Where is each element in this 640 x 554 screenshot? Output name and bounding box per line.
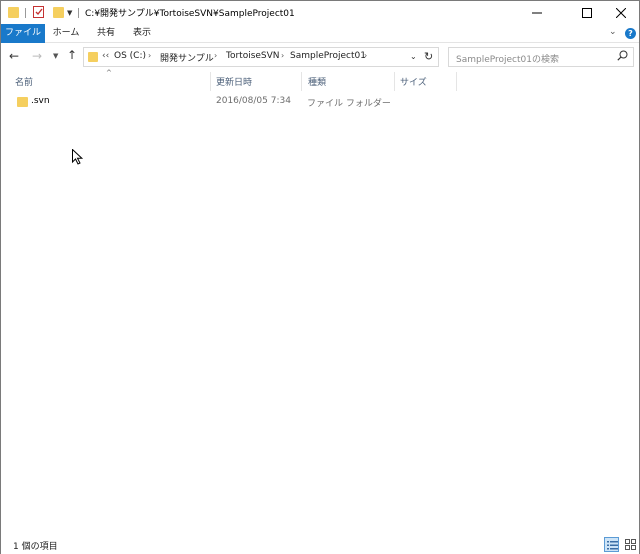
title-bar: ▼ C:¥開発サンプル¥TortoiseSVN¥SampleProject01: [1, 1, 639, 24]
divider: [78, 8, 79, 18]
back-arrow-icon[interactable]: ←: [9, 49, 19, 63]
tab-home[interactable]: ホーム: [47, 24, 85, 43]
chevron-right-icon[interactable]: ›: [214, 51, 217, 60]
item-count: 1 個の項目: [13, 542, 58, 552]
column-header-size[interactable]: サイズ: [400, 75, 427, 88]
large-icons-view-icon[interactable]: [623, 537, 638, 552]
ribbon-tabs: ファイル ホーム 共有 表示 ⌄ ?: [1, 24, 639, 43]
close-button[interactable]: [601, 1, 640, 24]
help-icon[interactable]: ?: [625, 28, 636, 39]
breadcrumb-folder[interactable]: SampleProject01: [290, 51, 366, 61]
column-divider[interactable]: [210, 72, 211, 91]
search-icon[interactable]: [617, 50, 628, 64]
search-placeholder: SampleProject01の検索: [456, 55, 559, 65]
search-input[interactable]: SampleProject01の検索: [448, 47, 634, 67]
folder-icon: [17, 97, 28, 107]
forward-arrow-icon[interactable]: →: [32, 49, 42, 63]
breadcrumb-drive[interactable]: OS (C:): [114, 51, 146, 61]
new-folder-icon[interactable]: [53, 7, 64, 18]
overflow-icon[interactable]: ‹‹: [102, 51, 109, 61]
chevron-right-icon[interactable]: ›: [148, 51, 151, 60]
tab-file[interactable]: ファイル: [1, 24, 45, 43]
chevron-right-icon[interactable]: ›: [281, 51, 284, 60]
status-bar: 1 個の項目: [1, 536, 639, 554]
column-header-date[interactable]: 更新日時: [216, 75, 252, 88]
mouse-cursor-icon: [72, 148, 84, 168]
folder-icon: [88, 52, 98, 62]
column-divider[interactable]: [301, 72, 302, 91]
column-divider[interactable]: [456, 72, 457, 91]
folder-icon[interactable]: [8, 7, 19, 18]
address-bar[interactable]: ‹‹ OS (C:) › 開発サンプル › TortoiseSVN › Samp…: [83, 47, 439, 67]
minimize-button[interactable]: [517, 1, 557, 24]
chevron-down-icon[interactable]: ▼: [67, 9, 72, 17]
column-header-type[interactable]: 種類: [308, 75, 326, 88]
chevron-down-icon[interactable]: ⌄: [410, 52, 417, 61]
list-item[interactable]: .svn 2016/08/05 7:34 ファイル フォルダー: [1, 94, 639, 111]
file-date: 2016/08/05 7:34: [216, 96, 291, 106]
details-view-icon[interactable]: [604, 537, 619, 552]
file-name: .svn: [31, 96, 50, 106]
column-headers: 名前 更新日時 種類 サイズ: [1, 70, 639, 92]
tab-view[interactable]: 表示: [125, 24, 159, 43]
tab-share[interactable]: 共有: [89, 24, 123, 43]
file-type: ファイル フォルダー: [307, 99, 391, 109]
breadcrumb-folder[interactable]: TortoiseSVN: [226, 51, 280, 61]
navigation-bar: ← → ▼ ↑ ‹‹ OS (C:) › 開発サンプル › TortoiseSV…: [1, 44, 639, 70]
column-divider[interactable]: [394, 72, 395, 91]
explorer-window: ▼ C:¥開発サンプル¥TortoiseSVN¥SampleProject01 …: [0, 0, 640, 554]
chevron-right-icon[interactable]: ›: [364, 51, 367, 60]
properties-icon[interactable]: [33, 6, 44, 18]
window-title: C:¥開発サンプル¥TortoiseSVN¥SampleProject01: [85, 9, 295, 19]
chevron-down-icon[interactable]: ⌄: [609, 27, 617, 37]
refresh-icon[interactable]: ↻: [424, 50, 433, 63]
divider: [25, 8, 26, 18]
column-header-name[interactable]: 名前: [15, 75, 33, 88]
chevron-down-icon[interactable]: ▼: [53, 52, 58, 60]
breadcrumb-folder[interactable]: 開発サンプル: [160, 51, 214, 64]
up-arrow-icon[interactable]: ↑: [67, 48, 77, 62]
